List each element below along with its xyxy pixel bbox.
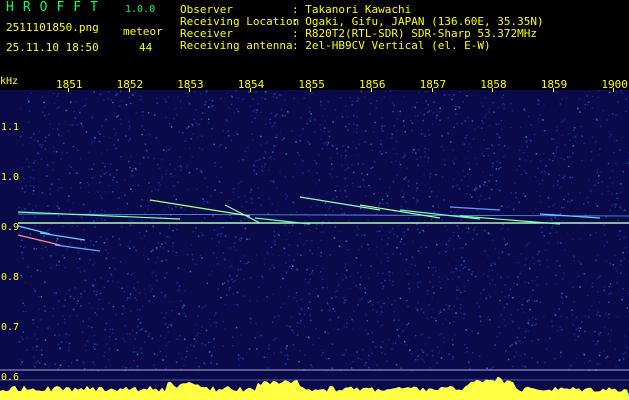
x-tick-mark <box>492 88 494 92</box>
x-tick-mark <box>249 88 251 92</box>
x-tick-mark <box>613 88 615 92</box>
x-tick-label: 1859 <box>540 78 568 91</box>
y-tick-label: 0.6 <box>1 372 20 383</box>
x-tick-label: 1851 <box>56 78 83 91</box>
x-tick-mark <box>310 88 312 92</box>
x-tick-mark <box>128 88 130 92</box>
y-tick-label: 0.9 <box>1 222 20 233</box>
y-tick-label: 0.7 <box>1 322 20 333</box>
x-tick-label: 1858 <box>480 78 507 91</box>
x-tick-label: 1854 <box>237 78 265 91</box>
y-tick-label: 1.1 <box>1 122 20 133</box>
x-tick-mark <box>189 88 191 92</box>
x-tick-mark <box>68 88 69 92</box>
x-tick-mark <box>371 88 372 92</box>
x-tick-label: 1852 <box>116 78 144 91</box>
x-tick-label: 1855 <box>298 78 325 91</box>
x-tick-label: 1900 <box>601 78 628 91</box>
y-tick-label: 0.8 <box>1 272 20 283</box>
y-axis-unit: kHz <box>0 76 19 87</box>
x-tick-mark <box>552 88 554 92</box>
y-tick-label: 1.0 <box>1 172 20 183</box>
x-tick-label: 1853 <box>177 78 204 91</box>
x-tick-label: 1856 <box>359 78 386 91</box>
x-tick-label: 1857 <box>419 78 447 91</box>
x-tick-mark <box>431 88 433 92</box>
spectrogram-background <box>0 90 629 400</box>
spectrogram-plot <box>0 74 629 400</box>
